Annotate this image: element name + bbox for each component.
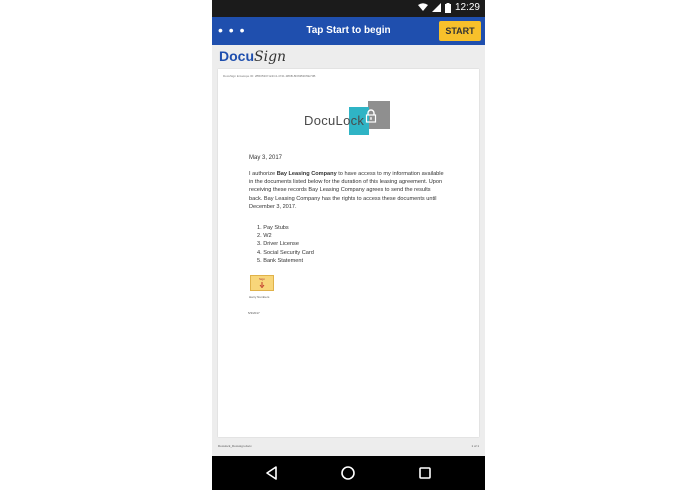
list-item: 3. Driver License (257, 241, 299, 248)
page-count: 1 of 1 (471, 444, 479, 448)
back-icon[interactable] (262, 463, 282, 483)
docusign-logo: DocuSign (219, 48, 286, 68)
phone-screen: 12:29 • • • Tap Start to begin START Doc… (212, 0, 485, 490)
list-item: 2. W2 (257, 233, 272, 240)
file-name: Doculock_Docusign.docx (218, 444, 252, 448)
app-bar: • • • Tap Start to begin START (212, 17, 485, 45)
start-button[interactable]: START (439, 21, 481, 41)
sign-date: 5/3/2017 (248, 311, 260, 315)
brand-sign: Sign (254, 49, 287, 65)
document-footer: Doculock_Docusign.docx 1 of 1 (212, 440, 485, 456)
authorization-paragraph: I authorize Bay Leasing Company to have … (249, 170, 445, 211)
company-name: Bay Leasing Company (276, 171, 337, 177)
document-list: 1. Pay Stubs 2. W2 3. Driver License 4. … (257, 224, 314, 265)
sign-here-tag[interactable]: Sign (250, 275, 274, 291)
status-time: 12:29 (454, 2, 480, 13)
doculock-logo: DocuLock (304, 101, 400, 135)
list-item: 1. Pay Stubs (257, 225, 289, 231)
list-item: 5. Bank Statement (257, 257, 304, 264)
document-page[interactable]: DocuSign Envelope ID: 2B505307-E3C4-4741… (218, 69, 479, 437)
battery-icon (444, 2, 451, 13)
paragraph-start: I authorize (249, 171, 277, 177)
envelope-id: DocuSign Envelope ID: 2B505307-E3C4-4741… (223, 74, 316, 78)
lock-icon (365, 109, 377, 123)
signal-icon (431, 3, 441, 12)
brand-docu: Docu (219, 48, 254, 64)
status-bar: 12:29 (212, 0, 485, 17)
recents-icon[interactable] (415, 463, 435, 483)
status-icons: 12:29 (417, 2, 480, 13)
signer-name: Harry Numbers (249, 295, 270, 299)
list-item: 4. Social Security Card (257, 249, 314, 256)
logo-text: DocuLock (304, 113, 365, 128)
arrow-down-icon (259, 282, 265, 288)
sign-tag-label: Sign (258, 277, 265, 281)
document-date: May 3, 2017 (249, 155, 283, 161)
wifi-icon (417, 3, 428, 11)
home-icon[interactable] (338, 463, 358, 483)
android-nav-bar (212, 456, 485, 490)
